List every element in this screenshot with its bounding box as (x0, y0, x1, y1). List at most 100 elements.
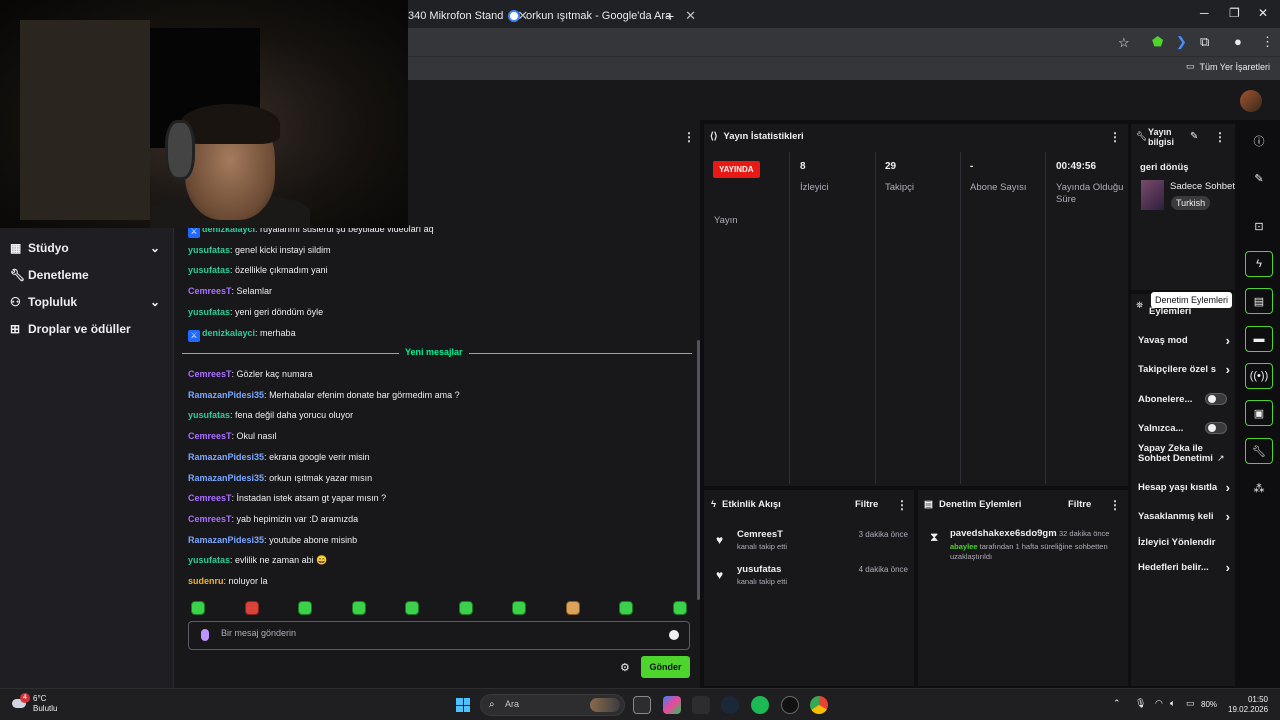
chat-username[interactable]: RamazanPidesi35 (188, 390, 264, 400)
chat-username[interactable]: RamazanPidesi35 (188, 452, 264, 462)
obs-icon[interactable] (781, 696, 799, 714)
nav-item-drops[interactable]: ⊞ Droplar ve ödüller (10, 322, 160, 336)
stream-info-menu-icon[interactable]: ⋮ (1214, 130, 1226, 144)
more-menu-icon[interactable]: ⋮ (1261, 34, 1274, 50)
mod-row-banned-words[interactable]: Yasaklanmış keli › (1138, 511, 1230, 522)
extension-wave-icon[interactable]: ❯ (1176, 34, 1187, 50)
chat-username[interactable]: CemreesT (188, 369, 232, 379)
activity-filter-button[interactable]: Filtre (855, 499, 878, 510)
taskbar-search-input[interactable] (505, 699, 575, 709)
category-name[interactable]: Sadece Sohbet (1170, 181, 1235, 192)
chat-username[interactable]: sudenru (188, 576, 224, 586)
weather-widget[interactable]: 6°C Bulutlu (33, 694, 57, 714)
chat-settings-gear-icon[interactable]: ⚙ (620, 661, 630, 674)
chevron-up-icon[interactable]: ⌃ (1113, 698, 1121, 709)
nav-item-moderation[interactable]: 🔧︎ Denetleme (10, 268, 160, 282)
all-bookmarks-folder[interactable]: ▭ Tüm Yer İşaretleri (1186, 61, 1270, 72)
chat-username[interactable]: yusufatas (188, 265, 230, 275)
emote-icon[interactable] (298, 601, 312, 615)
microphone-icon[interactable]: 🎙︎ (1135, 698, 1146, 709)
layout-icon[interactable]: ▣ (1245, 400, 1273, 426)
chat-username[interactable]: CemreesT (188, 286, 232, 296)
extensions-icon[interactable]: ⁂ (1245, 475, 1273, 501)
emote-icon[interactable] (405, 601, 419, 615)
external-link-icon[interactable]: ↗ (1217, 453, 1225, 464)
clock[interactable]: 01:50 19.02.2026 (1228, 695, 1268, 715)
emote-picker-icon[interactable] (669, 630, 679, 640)
capcut-icon[interactable] (692, 696, 710, 714)
broadcast-icon[interactable]: ((•)) (1245, 363, 1273, 389)
wifi-icon[interactable]: ◠ (1155, 698, 1163, 709)
mod-row-account-age[interactable]: Hesap yaşı kısıtla › (1138, 482, 1230, 493)
emote-icon[interactable] (245, 601, 259, 615)
focus-icon[interactable]: ⊡ (1245, 213, 1273, 239)
close-window-icon[interactable]: ✕ (1258, 6, 1268, 20)
moderator-badge-icon[interactable]: ⚔ (188, 329, 200, 342)
chat-username[interactable]: RamazanPidesi35 (188, 535, 264, 545)
chat-username[interactable]: denizkalayci (202, 328, 255, 338)
new-tab-button[interactable]: + (666, 4, 674, 28)
chat-username[interactable]: yusufatas (188, 555, 230, 565)
steam-icon[interactable] (721, 696, 739, 714)
chat-username[interactable]: yusufatas (188, 245, 230, 255)
info-icon[interactable]: ⓘ (1245, 128, 1273, 154)
chat-menu-icon[interactable]: ⋮ (683, 130, 695, 144)
mod-row-ai-moderation[interactable]: Yapay Zeka ile Sohbet Denetimi (1138, 444, 1216, 463)
chat-scrollbar[interactable] (697, 340, 700, 600)
speaker-icon[interactable]: 🔈︎ (1170, 698, 1175, 709)
taskbar-search[interactable]: ⌕ (480, 694, 625, 716)
chat-message-input[interactable] (221, 628, 641, 638)
star-icon[interactable]: ☆ (1118, 35, 1130, 51)
emote-icon[interactable] (619, 601, 633, 615)
pencil-icon[interactable]: ✎ (1190, 131, 1198, 142)
wrench-icon[interactable]: 🔧︎ (1245, 438, 1273, 464)
minimize-icon[interactable]: ─ (1200, 6, 1209, 20)
emote-icon[interactable] (566, 601, 580, 615)
battery-icon[interactable]: ▭ (1186, 698, 1195, 709)
mod-actions-icon[interactable]: ▤ (1245, 288, 1273, 314)
chat-bubble-icon[interactable]: ▬ (1245, 326, 1273, 352)
emote-only-toggle[interactable] (1205, 422, 1227, 434)
nav-item-studio[interactable]: ▦ Stüdyo ⌄ (10, 241, 160, 255)
chat-username[interactable]: yusufatas (188, 307, 230, 317)
pencil-icon[interactable]: ✎ (1245, 165, 1273, 191)
stats-menu-icon[interactable]: ⋮ (1109, 130, 1121, 144)
lightning-icon[interactable]: ϟ (1245, 251, 1273, 277)
close-tab-icon[interactable]: ✕ (685, 8, 696, 24)
microphone-icon[interactable] (201, 629, 209, 641)
avatar[interactable] (1240, 90, 1262, 112)
mod-row-slow-mode[interactable]: Yavaş mod › (1138, 335, 1230, 346)
mod-actions-menu-icon[interactable]: ⋮ (1109, 498, 1121, 512)
shield-icon[interactable]: ⬟ (1152, 34, 1163, 50)
copilot-icon[interactable] (663, 696, 681, 714)
emote-icon[interactable] (352, 601, 366, 615)
chat-username[interactable]: CemreesT (188, 493, 232, 503)
mod-actions-filter-button[interactable]: Filtre (1068, 499, 1091, 510)
windows-start-icon[interactable] (456, 698, 470, 712)
task-view-icon[interactable] (633, 696, 651, 714)
chrome-icon[interactable] (810, 696, 828, 714)
mod-row-followers-only[interactable]: Takipçilere özel s › (1138, 364, 1230, 375)
nav-item-community[interactable]: ⚇ Topluluk ⌄ (10, 295, 160, 309)
emote-icon[interactable] (191, 601, 205, 615)
send-button[interactable]: Gönder (641, 656, 690, 678)
mod-row-raid-viewers[interactable]: İzleyici Yönlendir (1138, 537, 1230, 548)
maximize-icon[interactable]: ❐ (1229, 6, 1240, 20)
chat-input-box[interactable] (188, 621, 690, 650)
mod-action-target[interactable]: pavedshakexe6sdo9gm (950, 528, 1057, 539)
emote-icon[interactable] (459, 601, 473, 615)
chat-username[interactable]: RamazanPidesi35 (188, 473, 264, 483)
chat-username[interactable]: yusufatas (188, 410, 230, 420)
moderator-name[interactable]: abaylee (950, 542, 978, 551)
chat-username[interactable]: CemreesT (188, 431, 232, 441)
puzzle-icon[interactable]: ⧉ (1200, 34, 1209, 50)
activity-menu-icon[interactable]: ⋮ (896, 498, 908, 512)
profile-avatar-icon[interactable]: ● (1234, 34, 1242, 49)
spotify-icon[interactable] (751, 696, 769, 714)
chat-username[interactable]: CemreesT (188, 514, 232, 524)
subscribers-only-toggle[interactable] (1205, 393, 1227, 405)
emote-icon[interactable] (673, 601, 687, 615)
language-tag[interactable]: Turkish (1171, 196, 1211, 210)
emote-icon[interactable] (512, 601, 526, 615)
mod-row-set-goals[interactable]: Hedefleri belir... › (1138, 562, 1230, 573)
